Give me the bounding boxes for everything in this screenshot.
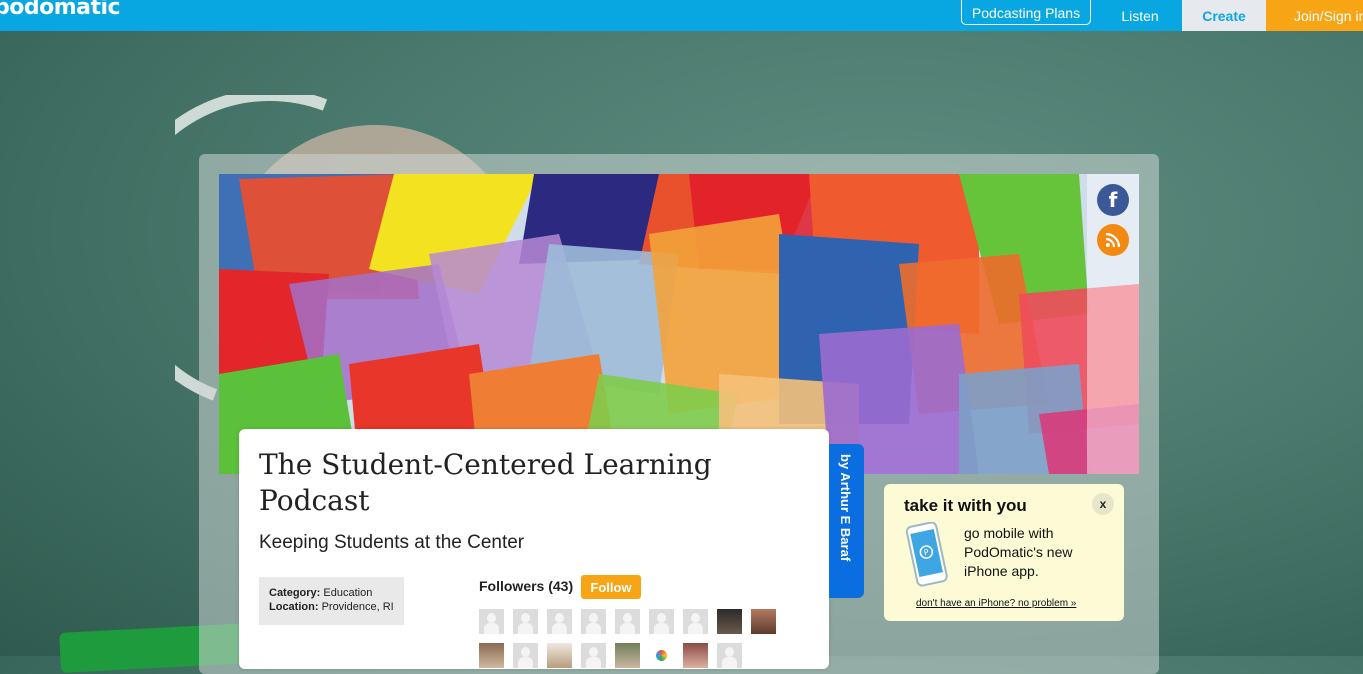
follower-avatar[interactable] (615, 609, 640, 634)
category-label: Category: (269, 587, 321, 599)
facebook-icon[interactable]: f (1097, 184, 1129, 216)
create-tab[interactable]: Create (1182, 0, 1266, 31)
no-iphone-link[interactable]: don't have an iPhone? no problem » (916, 598, 1076, 609)
follower-avatars (479, 609, 779, 668)
follower-avatar[interactable] (649, 609, 674, 634)
category-row: Category: Education (269, 586, 394, 600)
category-link[interactable]: Education (323, 587, 372, 599)
follower-avatar[interactable] (513, 609, 538, 634)
location-label: Location: (269, 601, 319, 613)
podcasting-plans-button[interactable]: Podcasting Plans (961, 0, 1091, 25)
follower-avatar[interactable] (581, 609, 606, 634)
location-row: Location: Providence, RI (269, 600, 394, 614)
podcast-meta-box: Category: Education Location: Providence… (259, 577, 404, 625)
podcast-subtitle: Keeping Students at the Center (259, 532, 525, 553)
follower-avatar[interactable] (547, 609, 572, 634)
author-tab[interactable]: by Arthur E Baraf (829, 444, 864, 598)
rss-icon[interactable] (1097, 224, 1129, 256)
followers-count[interactable]: Followers (43) (479, 578, 573, 594)
follower-avatar[interactable] (683, 609, 708, 634)
podcast-title: The Student-Centered Learning Podcast (259, 448, 712, 517)
iphone-icon: P (905, 522, 948, 587)
author-name[interactable]: by Arthur E Baraf (838, 454, 853, 561)
listen-link[interactable]: Listen (1104, 0, 1176, 31)
close-icon[interactable]: x (1092, 493, 1114, 515)
top-navigation-bar: podomatic Podcasting Plans Listen Create… (0, 0, 1363, 31)
location-value: Providence, RI (321, 601, 394, 613)
mobile-app-promo: take it with you x P go mobile with PodO… (884, 484, 1124, 621)
follower-avatar[interactable] (751, 609, 776, 634)
podcast-info-card: The Student-Centered Learning Podcast Ke… (239, 429, 829, 669)
join-sign-in-button[interactable]: Join/Sign in (1266, 0, 1363, 31)
follower-avatar[interactable] (717, 609, 742, 634)
follow-button[interactable]: Follow (581, 575, 641, 599)
promo-title: take it with you (904, 496, 1027, 515)
promo-text: go mobile with PodOmatic's new iPhone ap… (964, 525, 1073, 579)
banner-fade (1087, 174, 1139, 474)
podomatic-logo[interactable]: podomatic (0, 0, 121, 20)
follower-avatar[interactable] (479, 609, 504, 634)
